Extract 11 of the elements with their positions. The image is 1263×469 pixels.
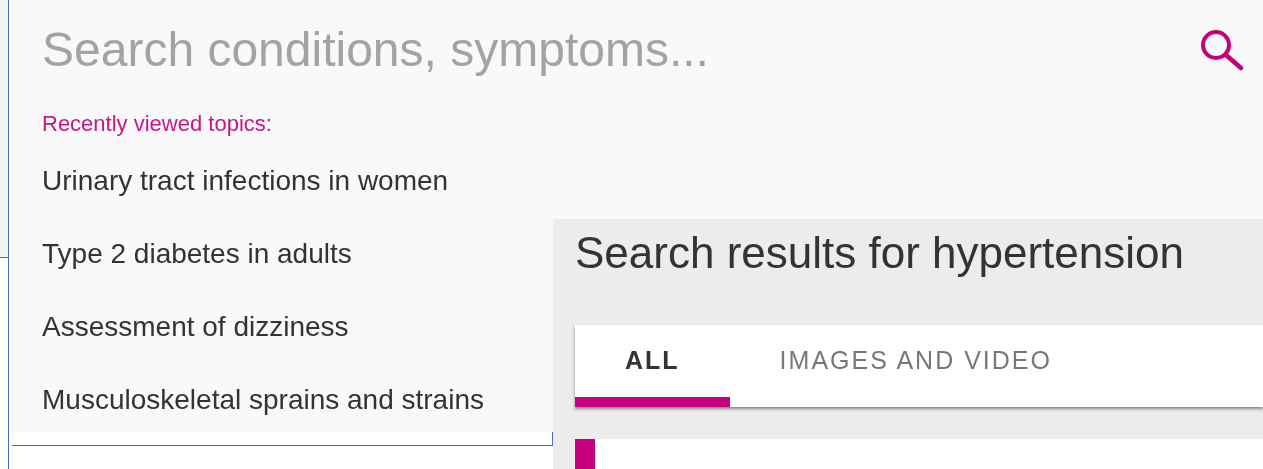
recent-topic-link[interactable]: Assessment of dizziness bbox=[42, 306, 553, 348]
search-bar[interactable]: Search conditions, symptoms... bbox=[12, 0, 1263, 99]
search-field[interactable]: Search conditions, symptoms... bbox=[42, 13, 1199, 86]
search-icon[interactable] bbox=[1199, 27, 1245, 72]
recent-topic-link[interactable]: Type 2 diabetes in adults bbox=[42, 233, 553, 275]
recent-topic-link[interactable]: Musculoskeletal sprains and strains bbox=[42, 379, 553, 421]
results-tab[interactable]: ALL bbox=[575, 325, 730, 407]
recent-topics-label: Recently viewed topics: bbox=[42, 110, 272, 138]
results-tab[interactable]: IMAGES AND VIDEO bbox=[729, 325, 1102, 407]
results-heading: Search results for hypertension bbox=[575, 227, 1185, 275]
recent-topic-link[interactable]: Urinary tract infections in women bbox=[42, 160, 553, 202]
